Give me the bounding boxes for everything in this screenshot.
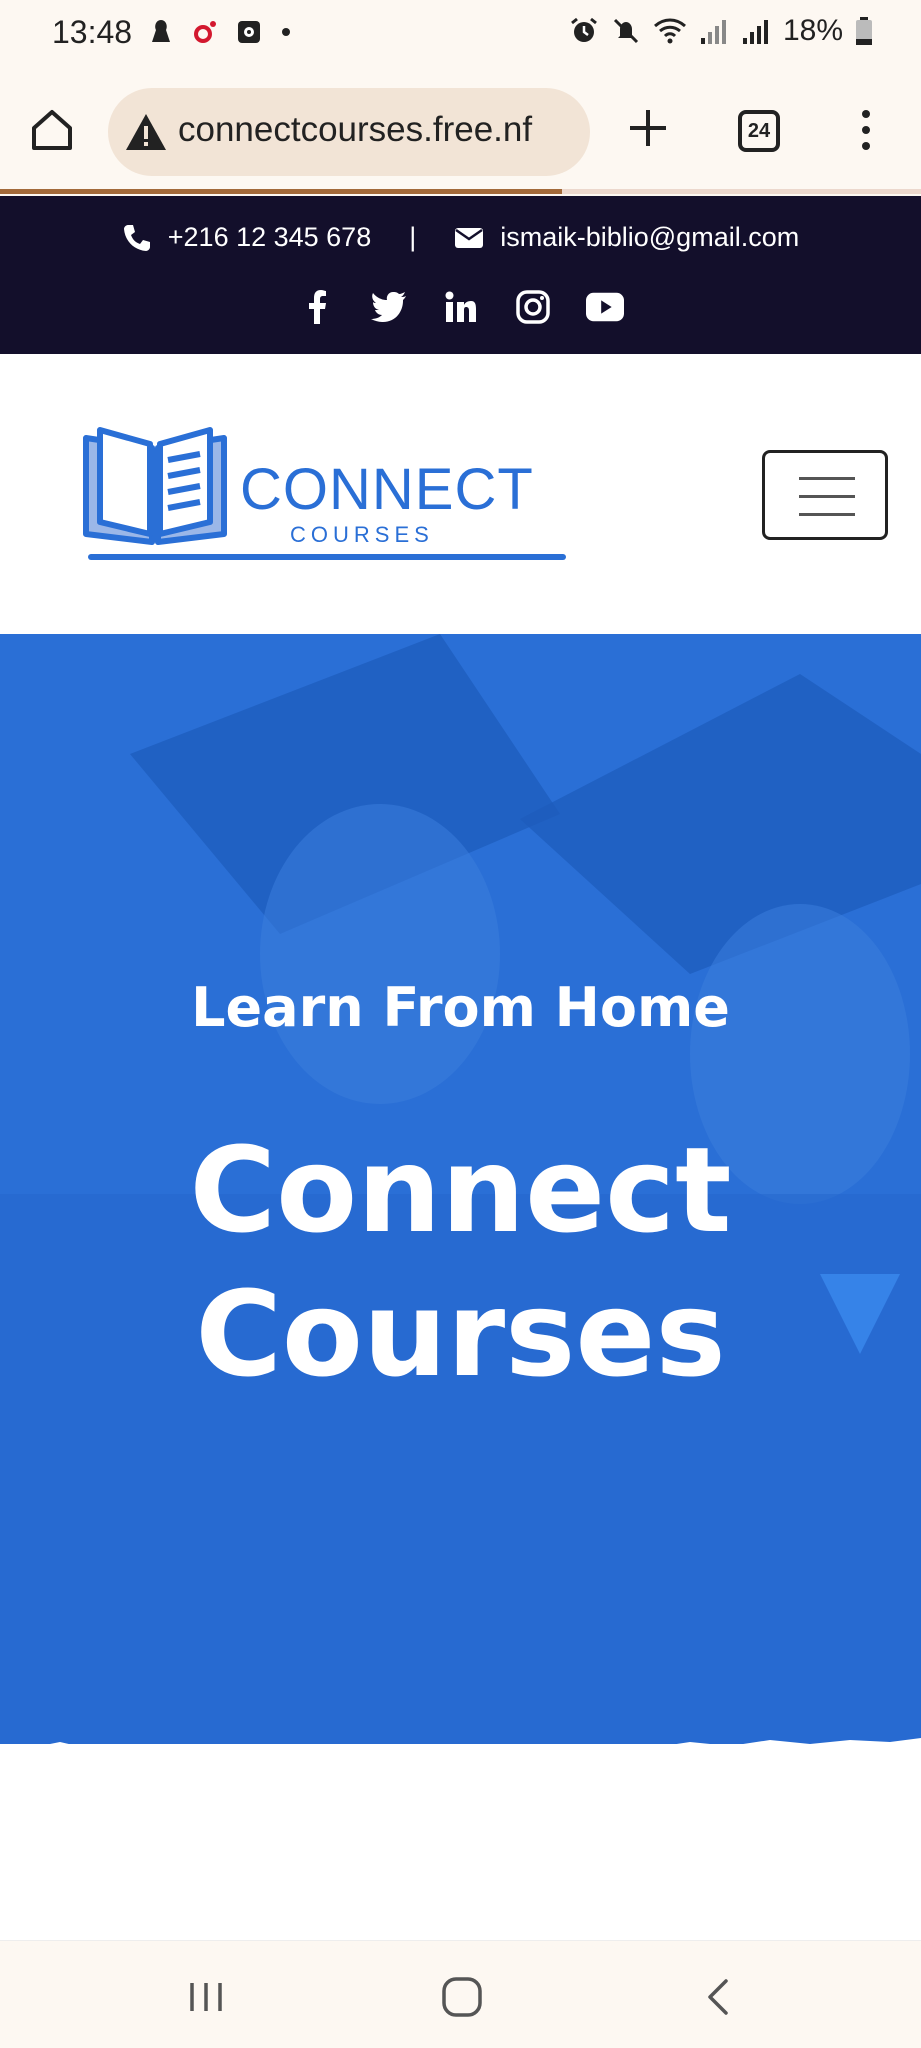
phone-icon <box>123 224 150 251</box>
contact-separator: | <box>409 222 417 252</box>
logo-subtitle: COURSES <box>290 522 434 547</box>
wifi-icon <box>653 18 686 44</box>
site-logo[interactable]: CONNECT COURSES <box>82 426 566 566</box>
plus-icon[interactable] <box>624 104 672 152</box>
social-links <box>0 288 921 326</box>
status-notification-icons <box>148 18 292 46</box>
twitter-icon[interactable] <box>370 288 408 326</box>
status-time: 13:48 <box>52 14 133 50</box>
browser-toolbar: connectcourses.free.nf 24 <box>0 68 921 192</box>
address-bar[interactable]: connectcourses.free.nf <box>108 88 590 176</box>
music-app-icon <box>194 21 216 43</box>
notification-icon <box>152 20 170 42</box>
hero-title-line-2: Courses <box>195 1265 726 1403</box>
android-nav-bar <box>0 1940 921 2048</box>
mute-icon <box>613 18 639 44</box>
email-text: ismaik-biblio@gmail.com <box>500 222 800 252</box>
open-book-icon <box>83 427 227 545</box>
envelope-icon <box>455 227 484 248</box>
page-load-progress-fill <box>0 189 562 194</box>
home-icon[interactable] <box>28 106 76 154</box>
torn-paper-divider <box>0 1738 921 1774</box>
tab-count: 24 <box>747 119 771 142</box>
tab-switcher-button[interactable]: 24 <box>738 110 780 152</box>
menu-bar-icon <box>799 495 855 498</box>
contact-topbar: +216 12 345 678 | ismaik-biblio@gmail.co… <box>0 196 921 354</box>
contact-row: +216 12 345 678 | ismaik-biblio@gmail.co… <box>0 222 921 253</box>
menu-bar-icon <box>799 477 855 480</box>
more-options-icon[interactable] <box>856 106 876 154</box>
status-system-icons: 18% <box>569 14 873 48</box>
battery-icon <box>856 17 872 45</box>
logo-title: CONNECT <box>240 457 534 522</box>
site-header: CONNECT COURSES <box>0 354 921 634</box>
hero-section: Learn From Home Connect Courses <box>0 634 921 1774</box>
linkedin-icon[interactable] <box>442 288 480 326</box>
menu-bar-icon <box>799 513 855 516</box>
signal-icon-2 <box>742 20 768 44</box>
hero-title: Connect Courses <box>0 1118 921 1406</box>
instagram-icon[interactable] <box>514 288 552 326</box>
dot-icon <box>282 28 290 36</box>
screen-recorder-icon <box>238 21 260 43</box>
hero-kicker: Learn From Home <box>191 976 730 1039</box>
battery-percent: 18% <box>782 14 843 47</box>
logo-underline <box>88 554 566 560</box>
contact-email[interactable]: ismaik-biblio@gmail.com <box>454 222 799 253</box>
alarm-icon <box>571 17 597 42</box>
url-text[interactable]: connectcourses.free.nf <box>178 110 532 150</box>
facebook-icon[interactable] <box>298 288 336 326</box>
back-icon[interactable] <box>698 1975 742 2019</box>
menu-toggle-button[interactable] <box>762 450 888 540</box>
warning-icon[interactable] <box>124 110 168 154</box>
signal-icon <box>700 20 726 44</box>
youtube-icon[interactable] <box>585 288 624 326</box>
status-bar: 13:48 18% <box>0 0 921 68</box>
home-nav-icon[interactable] <box>440 1975 484 2019</box>
contact-phone[interactable]: +216 12 345 678 <box>122 222 371 253</box>
page-load-progress <box>0 189 921 194</box>
hero-title-line-1: Connect <box>189 1121 732 1259</box>
phone-text: +216 12 345 678 <box>167 222 372 252</box>
recent-apps-icon[interactable] <box>184 1975 228 2019</box>
